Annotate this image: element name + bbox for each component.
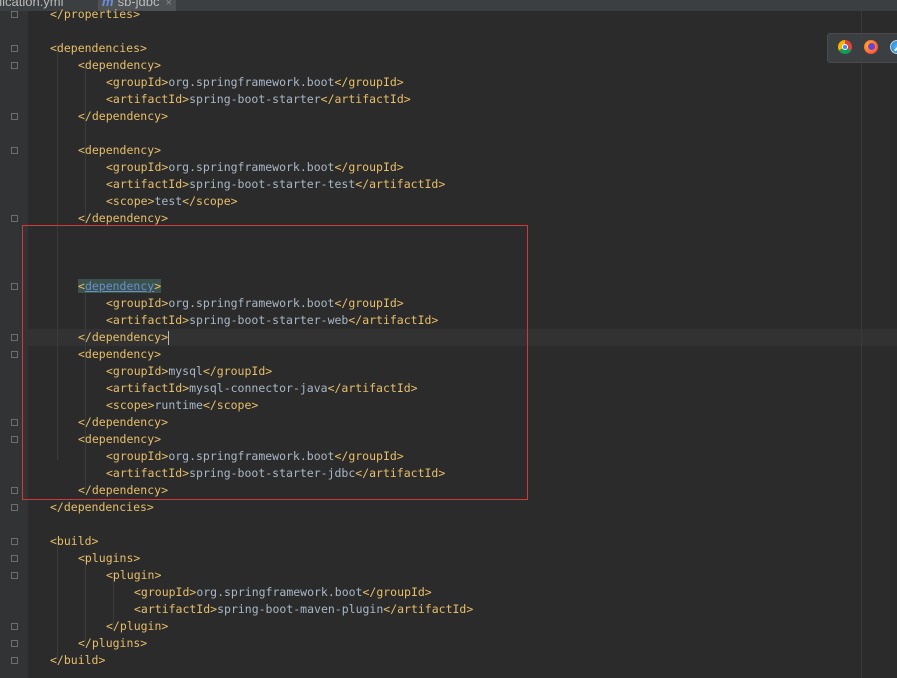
code-line[interactable]: <groupId>org.springframework.boot</group… <box>134 584 432 601</box>
code-line[interactable]: </plugins> <box>78 635 147 652</box>
code-line[interactable]: <groupId>org.springframework.boot</group… <box>106 159 404 176</box>
xml-tag: </plugins> <box>78 636 148 650</box>
annotation-highlight-box <box>22 225 528 500</box>
xml-tag: <dependencies> <box>50 41 147 55</box>
indent-guide <box>85 555 86 645</box>
fold-marker-icon[interactable] <box>11 62 18 69</box>
fold-marker-icon[interactable] <box>11 45 18 52</box>
fold-marker-icon[interactable] <box>11 436 18 443</box>
fold-marker-icon[interactable] <box>11 215 18 222</box>
indent-guide <box>57 540 58 660</box>
xml-tag: </dependency> <box>78 109 169 123</box>
code-line[interactable]: <groupId>org.springframework.boot</group… <box>106 74 404 91</box>
code-line[interactable]: </dependency> <box>78 108 168 125</box>
xml-tag: <groupId> <box>106 75 169 89</box>
xml-tag: <dependency> <box>78 58 162 72</box>
code-line[interactable]: <dependencies> <box>50 40 147 57</box>
code-line[interactable]: </plugin> <box>106 618 168 635</box>
fold-marker-icon[interactable] <box>11 334 18 341</box>
firefox-icon[interactable] <box>864 40 878 54</box>
xml-tag: </dependency> <box>78 211 169 225</box>
xml-tag: <groupId> <box>106 160 169 174</box>
code-line[interactable]: <artifactId>spring-boot-starter-test</ar… <box>106 176 445 193</box>
fold-marker-icon[interactable] <box>11 623 18 630</box>
code-line[interactable]: </dependencies> <box>50 499 154 516</box>
fold-marker-icon[interactable] <box>11 113 18 120</box>
xml-text: spring-boot-starter-test <box>189 177 356 191</box>
safari-icon[interactable] <box>890 40 897 54</box>
fold-marker-icon[interactable] <box>11 538 18 545</box>
xml-tag: </scope> <box>182 194 238 208</box>
xml-tag: <artifactId> <box>106 92 190 106</box>
xml-tag: </build> <box>50 653 106 667</box>
fold-marker-icon[interactable] <box>11 11 18 18</box>
code-line[interactable]: </properties> <box>50 6 140 23</box>
code-line[interactable]: <scope>test</scope> <box>106 193 238 210</box>
xml-text: org.springframework.boot <box>168 75 335 89</box>
close-icon[interactable]: × <box>165 0 171 9</box>
xml-tag: </dependencies> <box>50 500 154 514</box>
code-line[interactable]: </build> <box>50 652 105 669</box>
xml-tag: </groupId> <box>362 585 432 599</box>
xml-tag: <artifactId> <box>134 602 218 616</box>
fold-marker-icon[interactable] <box>11 487 18 494</box>
fold-marker-icon[interactable] <box>11 419 18 426</box>
code-line[interactable]: <plugin> <box>106 567 161 584</box>
xml-tag: </properties> <box>50 7 141 21</box>
fold-marker-icon[interactable] <box>11 640 18 647</box>
xml-tag: </artifactId> <box>383 602 474 616</box>
xml-tag: <scope> <box>106 194 155 208</box>
xml-text: spring-boot-starter <box>189 92 321 106</box>
chrome-icon[interactable] <box>838 40 852 54</box>
xml-tag: </artifactId> <box>355 177 446 191</box>
xml-tag: <build> <box>50 534 99 548</box>
browser-preview-toolbar <box>827 33 897 63</box>
code-line[interactable]: <build> <box>50 533 98 550</box>
fold-marker-icon[interactable] <box>11 555 18 562</box>
xml-tag: </plugin> <box>106 619 169 633</box>
xml-tag: <plugins> <box>78 551 141 565</box>
xml-tag: </groupId> <box>334 75 404 89</box>
xml-text: spring-boot-maven-plugin <box>217 602 384 616</box>
xml-tag: </groupId> <box>334 160 404 174</box>
code-line[interactable]: <plugins> <box>78 550 140 567</box>
xml-text: org.springframework.boot <box>168 160 335 174</box>
xml-tag: <dependency> <box>78 143 162 157</box>
xml-tag: <artifactId> <box>106 177 190 191</box>
xml-tag: </artifactId> <box>320 92 411 106</box>
code-line[interactable]: <artifactId>spring-boot-starter</artifac… <box>106 91 411 108</box>
xml-tag: <groupId> <box>134 585 197 599</box>
code-line[interactable]: <dependency> <box>78 142 161 159</box>
right-margin-guide <box>861 11 862 678</box>
xml-tag: <plugin> <box>106 568 162 582</box>
xml-text: test <box>154 194 183 208</box>
code-line[interactable]: <dependency> <box>78 57 161 74</box>
fold-marker-icon[interactable] <box>11 572 18 579</box>
fold-marker-icon[interactable] <box>11 657 18 664</box>
fold-marker-icon[interactable] <box>11 504 18 511</box>
fold-marker-icon[interactable] <box>11 283 18 290</box>
xml-text: org.springframework.boot <box>196 585 363 599</box>
fold-marker-icon[interactable] <box>11 351 18 358</box>
fold-marker-icon[interactable] <box>11 147 18 154</box>
code-line[interactable]: <artifactId>spring-boot-maven-plugin</ar… <box>134 601 473 618</box>
